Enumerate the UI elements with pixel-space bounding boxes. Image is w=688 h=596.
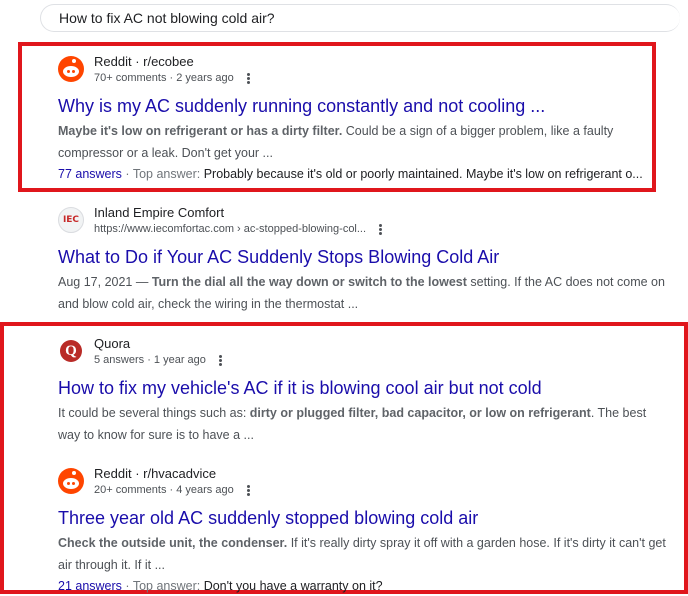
top-answer-text: Probably because it's old or poorly main… — [203, 167, 643, 181]
quora-icon: Q — [58, 338, 84, 364]
result-site-name: Reddit · r/hvacadvice — [94, 466, 217, 481]
result-meta-text: 5 answers · 1 year ago — [94, 354, 206, 366]
result-url: https://www.iecomfortac.com › ac-stopped… — [94, 223, 367, 235]
snippet-text-pre: It could be several things such as: — [58, 406, 250, 420]
answers-row: 77 answers · Top answer: Probably becaus… — [58, 164, 648, 184]
more-options-icon[interactable] — [215, 354, 225, 366]
snippet-highlight: dirty or plugged filter, bad capacitor, … — [249, 406, 591, 420]
search-result-iecomfort: IEC Inland Empire Comfort https://www.ie… — [58, 205, 668, 315]
quora-letter: Q — [60, 340, 82, 362]
snippet-highlight: Turn the dial all the way down or switch… — [151, 275, 467, 289]
result-title-link[interactable]: Why is my AC suddenly running constantly… — [58, 94, 668, 118]
result-site-name: Quora — [94, 336, 131, 351]
result-meta-text: 70+ comments · 2 years ago — [94, 72, 234, 84]
answers-count-link[interactable]: 21 answers — [58, 579, 122, 593]
snippet-highlight: Check the outside unit, the condenser. — [58, 536, 288, 550]
search-result-quora: Q Quora 5 answers · 1 year ago How to fi… — [58, 336, 668, 446]
reddit-icon — [58, 468, 84, 494]
top-answer-label: · Top answer: — [121, 579, 204, 593]
result-meta: https://www.iecomfortac.com › ac-stopped… — [94, 223, 385, 235]
result-site-name: Reddit · r/ecobee — [94, 54, 194, 69]
top-answer-label: · Top answer: — [121, 167, 204, 181]
result-snippet: Aug 17, 2021 — Turn the dial all the way… — [58, 271, 668, 315]
result-meta: 70+ comments · 2 years ago — [94, 72, 253, 84]
result-site-name: Inland Empire Comfort — [94, 205, 225, 220]
answers-count-link[interactable]: 77 answers — [58, 167, 122, 181]
snippet-date: Aug 17, 2021 — — [58, 275, 152, 289]
result-title-link[interactable]: Three year old AC suddenly stopped blowi… — [58, 506, 668, 530]
result-title-link[interactable]: What to Do if Your AC Suddenly Stops Blo… — [58, 245, 668, 269]
reddit-icon — [58, 56, 84, 82]
result-snippet: Maybe it's low on refrigerant or has a d… — [58, 120, 668, 164]
inland-empire-comfort-icon: IEC — [58, 207, 84, 233]
top-answer-text: Don't you have a warranty on it? — [203, 579, 383, 593]
search-result-reddit-ecobee: Reddit · r/ecobee 70+ comments · 2 years… — [58, 54, 668, 184]
result-meta-text: 20+ comments · 4 years ago — [94, 484, 234, 496]
more-options-icon[interactable] — [375, 223, 385, 235]
snippet-highlight: Maybe it's low on refrigerant or has a d… — [58, 124, 343, 138]
result-title-link[interactable]: How to fix my vehicle's AC if it is blow… — [58, 376, 668, 400]
result-meta: 20+ comments · 4 years ago — [94, 484, 253, 496]
favicon-text: IEC — [62, 215, 80, 225]
result-snippet: Check the outside unit, the condenser. I… — [58, 532, 668, 576]
more-options-icon[interactable] — [243, 72, 253, 84]
answers-row: 21 answers · Top answer: Don't you have … — [58, 576, 648, 596]
search-result-reddit-hvacadvice: Reddit · r/hvacadvice 20+ comments · 4 y… — [58, 466, 668, 596]
result-meta: 5 answers · 1 year ago — [94, 354, 225, 366]
more-options-icon[interactable] — [243, 484, 253, 496]
result-snippet: It could be several things such as: dirt… — [58, 402, 668, 446]
search-input[interactable]: How to fix AC not blowing cold air? — [40, 4, 680, 32]
